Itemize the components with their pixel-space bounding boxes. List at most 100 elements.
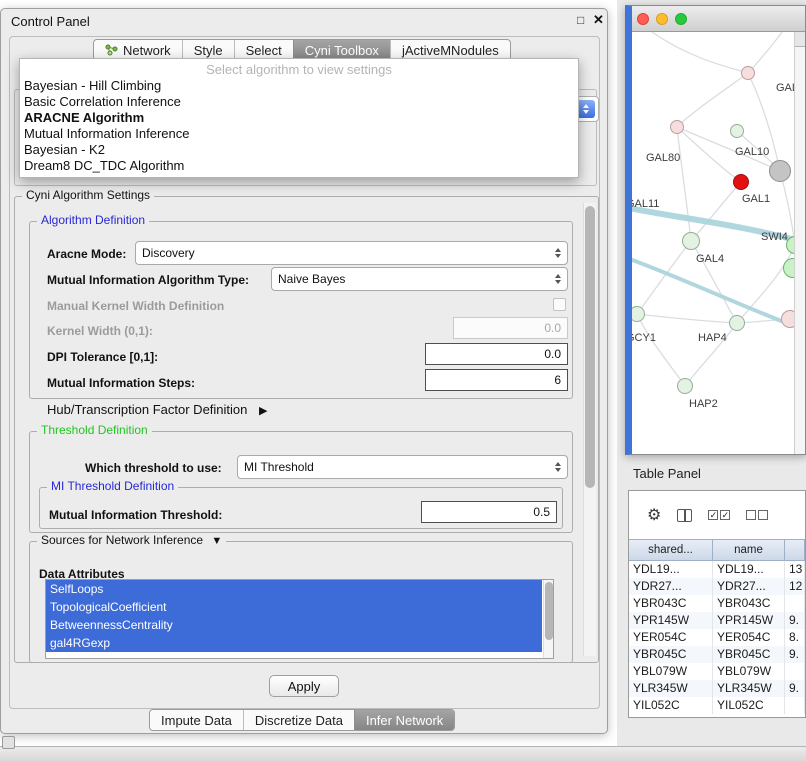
tab-cyni-toolbox-label: Cyni Toolbox xyxy=(305,43,379,58)
tab-jactivemodules[interactable]: jActiveMNodules xyxy=(390,40,510,60)
unselect-all-icon[interactable] xyxy=(746,510,768,520)
zoom-traffic-light[interactable] xyxy=(675,13,687,25)
tab-style-label: Style xyxy=(194,43,223,58)
threshold-definition-title: Threshold Definition xyxy=(37,423,152,437)
mi-threshold-label: Mutual Information Threshold: xyxy=(49,508,222,522)
application-root: Control Panel □ ✕ Network Style Select xyxy=(0,0,806,762)
manual-kernel-checkbox[interactable] xyxy=(553,298,566,311)
list-scrollbar-thumb[interactable] xyxy=(545,582,553,640)
popup-item-bayesian-hill-climbing[interactable]: Bayesian - Hill Climbing xyxy=(20,78,578,94)
cell: YER054C xyxy=(713,629,785,646)
table-panel-window: ⚙ ✓ ✓ shared... name YDL19... YDL19... 1… xyxy=(628,490,806,718)
tab-infer-network-label: Infer Network xyxy=(366,713,443,728)
node-label: HAP2 xyxy=(689,398,718,410)
aracne-mode-combobox[interactable]: Discovery xyxy=(135,241,568,265)
network-node[interactable] xyxy=(741,66,755,80)
sources-title-row[interactable]: Sources for Network Inference ▼ xyxy=(37,533,226,547)
kernel-width-field[interactable]: 0.0 xyxy=(453,317,568,339)
table-row[interactable]: YLR345W YLR345W 9. xyxy=(629,680,805,697)
mi-type-value: Naive Bayes xyxy=(278,272,549,286)
list-item-topologicalcoefficient[interactable]: TopologicalCoefficient xyxy=(46,598,542,616)
table-row[interactable]: YBR045C YBR045C 9. xyxy=(629,646,805,663)
cell: YBR043C xyxy=(629,595,713,612)
network-node[interactable] xyxy=(730,124,744,138)
float-window-icon[interactable]: □ xyxy=(577,13,584,27)
tab-discretize-data-label: Discretize Data xyxy=(255,713,343,728)
sources-title: Sources for Network Inference xyxy=(41,533,203,547)
cell xyxy=(785,663,805,680)
network-node[interactable] xyxy=(670,120,684,134)
table-row[interactable]: YDR27... YDR27... 12 xyxy=(629,578,805,595)
list-item-gal4rgexp[interactable]: gal4RGexp xyxy=(46,634,542,652)
apply-button[interactable]: Apply xyxy=(269,675,339,697)
table-row[interactable]: YIL052C YIL052C xyxy=(629,697,805,714)
column-header-shared[interactable]: shared... xyxy=(629,539,713,561)
popup-item-dream8[interactable]: Dream8 DC_TDC Algorithm xyxy=(20,158,578,174)
network-view-window: GAL GAL80 GAL10 GAL11 GAL1 SWI4 GAL4 GCY… xyxy=(625,5,806,455)
network-scrollbar[interactable] xyxy=(794,32,805,454)
list-scrollbar[interactable] xyxy=(543,580,553,658)
popup-item-basic-correlation[interactable]: Basic Correlation Inference xyxy=(20,94,578,110)
network-window-titlebar[interactable] xyxy=(632,6,805,32)
tab-impute-data[interactable]: Impute Data xyxy=(150,710,243,730)
select-all-icon[interactable]: ✓ ✓ xyxy=(708,510,730,520)
cell xyxy=(785,697,805,714)
table-row[interactable]: YDL19... YDL19... 13 xyxy=(629,561,805,578)
show-columns-icon[interactable] xyxy=(677,509,692,522)
popup-item-aracne[interactable]: ARACNE Algorithm xyxy=(20,110,578,126)
tab-jactivemodules-label: jActiveMNodules xyxy=(402,43,499,58)
network-node[interactable] xyxy=(729,315,745,331)
column-header-name[interactable]: name xyxy=(713,539,785,561)
popup-item-bayesian-k2[interactable]: Bayesian - K2 xyxy=(20,142,578,158)
table-row[interactable]: YPR145W YPR145W 9. xyxy=(629,612,805,629)
list-item-selfloops[interactable]: SelfLoops xyxy=(46,580,542,598)
combo-updown-icon xyxy=(555,248,561,258)
cell: 12 xyxy=(785,578,805,595)
hub-section-header[interactable]: Hub/Transcription Factor Definition ▶ xyxy=(47,402,267,417)
node-label: HAP4 xyxy=(698,332,727,344)
network-node[interactable] xyxy=(682,232,700,250)
cell: YBR045C xyxy=(629,646,713,663)
network-scrollbar-button[interactable] xyxy=(795,32,805,47)
table-row[interactable]: YBL079W YBL079W xyxy=(629,663,805,680)
cell: YLR345W xyxy=(713,680,785,697)
mi-steps-field[interactable]: 6 xyxy=(425,369,568,391)
control-panel-window: Control Panel □ ✕ Network Style Select xyxy=(0,8,608,734)
data-attributes-list[interactable]: SelfLoops TopologicalCoefficient Between… xyxy=(45,579,554,659)
combo-arrow-capsule xyxy=(577,100,595,118)
collapsed-panel-icon[interactable] xyxy=(2,736,15,749)
close-traffic-light[interactable] xyxy=(637,13,649,25)
network-canvas[interactable]: GAL GAL80 GAL10 GAL11 GAL1 SWI4 GAL4 GCY… xyxy=(632,32,805,454)
tab-network[interactable]: Network xyxy=(94,40,182,60)
close-window-icon[interactable]: ✕ xyxy=(593,12,604,28)
list-item-betweennesscentrality[interactable]: BetweennessCentrality xyxy=(46,616,542,634)
mi-threshold-field[interactable]: 0.5 xyxy=(421,501,557,523)
minimize-traffic-light[interactable] xyxy=(656,13,668,25)
network-node[interactable] xyxy=(677,378,693,394)
cell: YDR27... xyxy=(629,578,713,595)
tab-select[interactable]: Select xyxy=(234,40,293,60)
popup-item-mutual-information[interactable]: Mutual Information Inference xyxy=(20,126,578,142)
table-row[interactable]: YBR043C YBR043C xyxy=(629,595,805,612)
tab-discretize-data[interactable]: Discretize Data xyxy=(243,710,354,730)
popup-placeholder: Select algorithm to view settings xyxy=(20,61,578,78)
cell: YBL079W xyxy=(713,663,785,680)
settings-scrollbar[interactable] xyxy=(583,203,596,656)
table-row[interactable]: YER054C YER054C 8. xyxy=(629,629,805,646)
algorithm-dropdown-popup: Select algorithm to view settings Bayesi… xyxy=(19,58,579,178)
settings-scrollbar-thumb[interactable] xyxy=(585,206,595,488)
tab-style[interactable]: Style xyxy=(182,40,234,60)
network-node[interactable] xyxy=(769,160,791,182)
which-threshold-combobox[interactable]: MI Threshold xyxy=(237,455,568,479)
network-tab-icon xyxy=(105,44,118,56)
dpi-tolerance-field[interactable]: 0.0 xyxy=(425,343,568,365)
mi-type-combobox[interactable]: Naive Bayes xyxy=(271,267,568,291)
tab-cyni-toolbox[interactable]: Cyni Toolbox xyxy=(293,40,390,60)
network-node-red[interactable] xyxy=(733,174,749,190)
cell: 9. xyxy=(785,680,805,697)
tab-infer-network[interactable]: Infer Network xyxy=(354,710,454,730)
column-header-cut[interactable] xyxy=(785,539,805,561)
node-label: SWI4 xyxy=(761,231,788,243)
gear-icon[interactable]: ⚙ xyxy=(647,505,661,525)
mi-type-label: Mutual Information Algorithm Type: xyxy=(47,273,249,287)
